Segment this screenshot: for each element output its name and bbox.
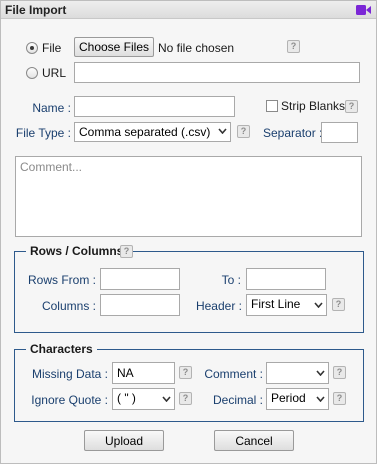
decimal-value: Period (271, 391, 306, 405)
strip-blanks-label: Strip Blanks (281, 99, 346, 113)
characters-legend-text: Characters (30, 342, 93, 356)
chevron-down-icon (162, 396, 171, 402)
chevron-down-icon (316, 370, 325, 376)
url-radio[interactable] (26, 67, 38, 79)
file-type-value: Comma separated (.csv) (79, 125, 211, 139)
choose-files-button[interactable]: Choose Files (74, 37, 154, 57)
decimal-select[interactable]: Period (266, 388, 329, 410)
file-help-icon[interactable]: ? (287, 40, 300, 53)
name-input[interactable] (74, 96, 235, 117)
dialog-title: File Import (5, 3, 67, 17)
chevron-down-icon (316, 396, 325, 402)
header-value: First Line (251, 297, 301, 311)
decimal-help-icon[interactable]: ? (333, 392, 346, 405)
file-radio-label: File (42, 41, 62, 55)
header-select[interactable]: First Line (246, 294, 327, 316)
to-label: To : (221, 273, 241, 287)
ignore-quote-label: Ignore Quote : (31, 393, 108, 407)
separator-input[interactable] (321, 122, 358, 143)
comment-char-label: Comment : (204, 367, 263, 381)
columns-label: Columns : (41, 299, 96, 313)
file-type-label: File Type : (15, 126, 71, 140)
rows-from-label: Rows From : (27, 273, 96, 287)
ignore-quote-help-icon[interactable]: ? (179, 392, 192, 405)
header-help-icon[interactable]: ? (332, 298, 345, 311)
rows-columns-fieldset (14, 251, 364, 333)
title-bar: File Import (1, 1, 376, 19)
comment-textarea[interactable]: Comment... (15, 156, 362, 237)
rows-columns-legend-text: Rows / Columns (30, 244, 124, 258)
columns-input[interactable] (100, 294, 180, 316)
url-radio-label: URL (42, 66, 67, 80)
chevron-down-icon (314, 302, 323, 308)
decimal-label: Decimal : (212, 393, 263, 407)
ignore-quote-select[interactable]: ( " ) (112, 388, 175, 410)
file-type-select[interactable]: Comma separated (.csv) (74, 122, 231, 142)
chevron-down-icon (218, 128, 227, 134)
characters-fieldset (14, 349, 364, 422)
characters-legend: Characters (26, 342, 97, 356)
comment-char-select[interactable] (266, 362, 329, 384)
missing-data-label: Missing Data : (31, 367, 108, 381)
ignore-quote-value: ( " ) (117, 391, 136, 405)
header-label: Header : (195, 299, 242, 313)
comment-char-help-icon[interactable]: ? (333, 366, 346, 379)
separator-label: Separator : (263, 126, 323, 140)
missing-data-help-icon[interactable]: ? (179, 366, 192, 379)
strip-blanks-checkbox[interactable] (266, 100, 278, 112)
rows-columns-help-icon[interactable]: ? (120, 245, 133, 258)
to-input[interactable] (246, 268, 326, 290)
no-file-chosen-text: No file chosen (158, 41, 235, 55)
file-import-dialog: File Import File Choose Files No file ch… (0, 0, 377, 464)
file-radio[interactable] (26, 42, 38, 54)
cancel-button[interactable]: Cancel (214, 430, 294, 451)
name-label: Name : (32, 101, 71, 115)
rows-columns-legend: Rows / Columns (26, 244, 128, 258)
file-type-help-icon[interactable]: ? (237, 125, 250, 138)
url-input[interactable] (74, 62, 360, 83)
strip-blanks-help-icon[interactable]: ? (345, 100, 358, 113)
upload-button[interactable]: Upload (84, 430, 164, 451)
rows-from-input[interactable] (100, 268, 180, 290)
video-camera-icon[interactable] (356, 5, 371, 15)
missing-data-input[interactable] (112, 362, 175, 384)
